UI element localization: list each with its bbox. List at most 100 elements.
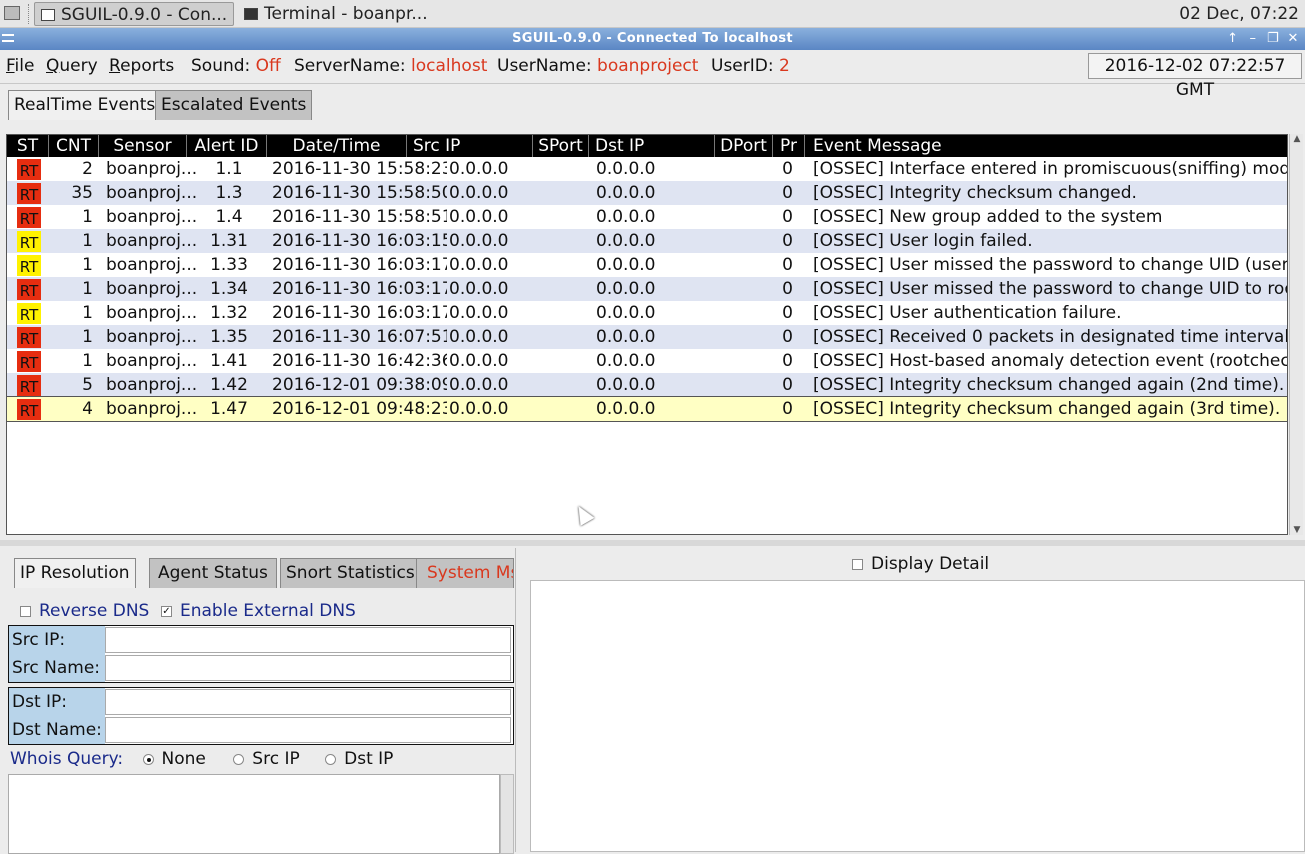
whois-src-option[interactable]: Src IP <box>233 749 300 769</box>
external-dns-option[interactable]: ✓ Enable External DNS <box>161 601 356 621</box>
table-row[interactable]: RT 1 boanproj... 1.34 2016-11-30 16:03:17 0.0… <box>7 277 1288 301</box>
whois-scrollbar[interactable] <box>500 774 514 854</box>
minimize-icon[interactable]: – <box>1245 28 1261 50</box>
cell-cnt: 1 <box>82 255 93 275</box>
table-row[interactable]: RT 1 boanproj... 1.4 2016-11-30 15:58:51 0.0.… <box>7 205 1287 229</box>
table-row[interactable]: RT 1 boanproj... 1.35 2016-11-30 16:07:51 0.0… <box>7 325 1288 349</box>
whois-query-label: Whois Query: <box>10 749 124 769</box>
userid-status: UserID: 2 <box>711 56 790 76</box>
user-label: UserName: <box>497 56 592 76</box>
task-terminal[interactable]: Terminal - boanpr... <box>238 2 446 26</box>
scroll-down-icon[interactable]: ▼ <box>1291 525 1303 535</box>
cell-alert-id: 1.35 <box>210 327 248 347</box>
tab-agent-status[interactable]: Agent Status <box>149 558 277 588</box>
cell-message: [OSSEC] Received 0 packets in designated… <box>813 327 1288 347</box>
dst-name-field[interactable] <box>105 717 511 743</box>
status-badge[interactable]: RT <box>17 375 41 396</box>
status-badge[interactable]: RT <box>17 159 41 180</box>
table-row[interactable]: RT 5 boanproj... 1.42 2016-12-01 09:38:09 0.0… <box>7 373 1287 397</box>
tab-ip-resolution[interactable]: IP Resolution <box>14 558 136 588</box>
sound-status: Sound: Off <box>191 56 281 76</box>
col-dport[interactable]: DPort <box>715 135 773 157</box>
scroll-up-icon[interactable]: ▲ <box>1291 134 1303 144</box>
reverse-dns-checkbox[interactable] <box>20 605 31 617</box>
app-menu-icon[interactable] <box>4 6 20 20</box>
maximize-icon[interactable]: ❐ <box>1265 28 1281 50</box>
events-table: ST CNT Sensor Alert ID Date/Time Src IP … <box>6 134 1288 535</box>
status-badge[interactable]: RT <box>17 183 41 204</box>
cell-message: [OSSEC] User missed the password to chan… <box>813 279 1288 299</box>
cell-pr: 0 <box>782 279 793 299</box>
table-row[interactable]: RT 35 boanproj... 1.3 2016-11-30 15:58:50 0.0… <box>7 181 1287 205</box>
cell-cnt: 1 <box>82 207 93 227</box>
tab-system-msgs[interactable]: System Ms <box>416 558 514 588</box>
table-row[interactable]: RT 4 boanproj... 1.47 2016-12-01 09:48:23 0.0… <box>7 396 1287 422</box>
cell-cnt: 1 <box>82 327 93 347</box>
whois-dst-radio[interactable] <box>325 753 337 765</box>
display-detail-checkbox[interactable] <box>852 558 863 570</box>
col-st[interactable]: ST <box>7 135 49 157</box>
task-sguil[interactable]: SGUIL-0.9.0 - Con... <box>34 2 234 26</box>
menu-query[interactable]: Query <box>46 56 98 76</box>
col-sport[interactable]: SPort <box>533 135 589 157</box>
table-row[interactable]: RT 1 boanproj... 1.31 2016-11-30 16:03:15 0.0… <box>7 229 1287 253</box>
dst-ip-field[interactable] <box>105 689 511 715</box>
status-badge[interactable]: RT <box>17 399 41 420</box>
whois-none-option[interactable]: None <box>142 749 206 769</box>
col-event-message[interactable]: Event Message <box>805 135 1287 157</box>
cell-dport <box>715 301 773 325</box>
status-badge[interactable]: RT <box>17 351 41 372</box>
cell-src-ip: 0.0.0.0 <box>449 183 509 203</box>
tab-realtime-events[interactable]: RealTime Events <box>8 90 162 120</box>
whois-src-label: Src IP <box>252 749 300 769</box>
cell-dst-ip: 0.0.0.0 <box>596 159 656 179</box>
menu-file[interactable]: File <box>6 56 34 76</box>
shade-icon[interactable]: ↑ <box>1225 28 1241 50</box>
src-name-field[interactable] <box>105 655 511 681</box>
table-row[interactable]: RT 2 boanproj... 1.1 2016-11-30 15:58:23 0.0.… <box>7 157 1288 181</box>
src-ip-label: Src IP: <box>9 626 105 654</box>
status-badge[interactable]: RT <box>17 207 41 228</box>
status-badge[interactable]: RT <box>17 279 41 300</box>
tab-snort-statistics[interactable]: Snort Statistics <box>280 558 421 588</box>
server-status: ServerName: localhost <box>294 56 487 76</box>
close-icon[interactable]: ✕ <box>1285 28 1301 50</box>
src-ip-field[interactable] <box>105 627 511 653</box>
whois-dst-label: Dst IP <box>344 749 394 769</box>
col-cnt[interactable]: CNT <box>49 135 99 157</box>
whois-result-area[interactable] <box>8 774 500 854</box>
pane-splitter[interactable] <box>0 540 1305 546</box>
cell-src-ip: 0.0.0.0 <box>449 279 509 299</box>
col-dst-ip[interactable]: Dst IP <box>589 135 715 157</box>
reverse-dns-option[interactable]: Reverse DNS <box>20 601 149 621</box>
table-row[interactable]: RT 1 boanproj... 1.33 2016-11-30 16:03:17 0.0… <box>7 253 1287 277</box>
menu-reports[interactable]: Reports <box>109 56 174 76</box>
tab-escalated-events[interactable]: Escalated Events <box>155 90 313 120</box>
whois-dst-option[interactable]: Dst IP <box>325 749 393 769</box>
whois-none-radio[interactable] <box>142 753 154 765</box>
col-sensor[interactable]: Sensor <box>99 135 187 157</box>
cell-pr: 0 <box>782 207 793 227</box>
status-badge[interactable]: RT <box>17 255 41 276</box>
table-row[interactable]: RT 1 boanproj... 1.41 2016-11-30 16:42:36 0.0… <box>7 349 1287 373</box>
status-badge[interactable]: RT <box>17 303 41 324</box>
cell-dport <box>715 229 773 253</box>
col-pr[interactable]: Pr <box>773 135 805 157</box>
status-badge[interactable]: RT <box>17 327 41 348</box>
external-dns-checkbox[interactable]: ✓ <box>161 605 172 617</box>
display-detail-option[interactable]: Display Detail <box>852 554 989 574</box>
whois-src-radio[interactable] <box>233 753 245 765</box>
cell-sensor: boanproj... <box>106 279 196 299</box>
col-datetime[interactable]: Date/Time <box>267 135 407 157</box>
table-row[interactable]: RT 1 boanproj... 1.32 2016-11-30 16:03:17 0.0… <box>7 301 1287 325</box>
detail-area[interactable] <box>530 580 1305 852</box>
cell-cnt: 1 <box>82 351 93 371</box>
status-badge[interactable]: RT <box>17 231 41 252</box>
col-alert-id[interactable]: Alert ID <box>187 135 267 157</box>
cell-message: [OSSEC] Interface entered in promiscuous… <box>813 159 1288 179</box>
cell-src-ip: 0.0.0.0 <box>449 207 509 227</box>
col-src-ip[interactable]: Src IP <box>407 135 533 157</box>
events-scrollbar[interactable]: ▲ ▼ <box>1289 134 1303 535</box>
cell-pr: 0 <box>782 399 793 419</box>
cell-datetime: 2016-11-30 15:58:51 <box>272 207 447 227</box>
